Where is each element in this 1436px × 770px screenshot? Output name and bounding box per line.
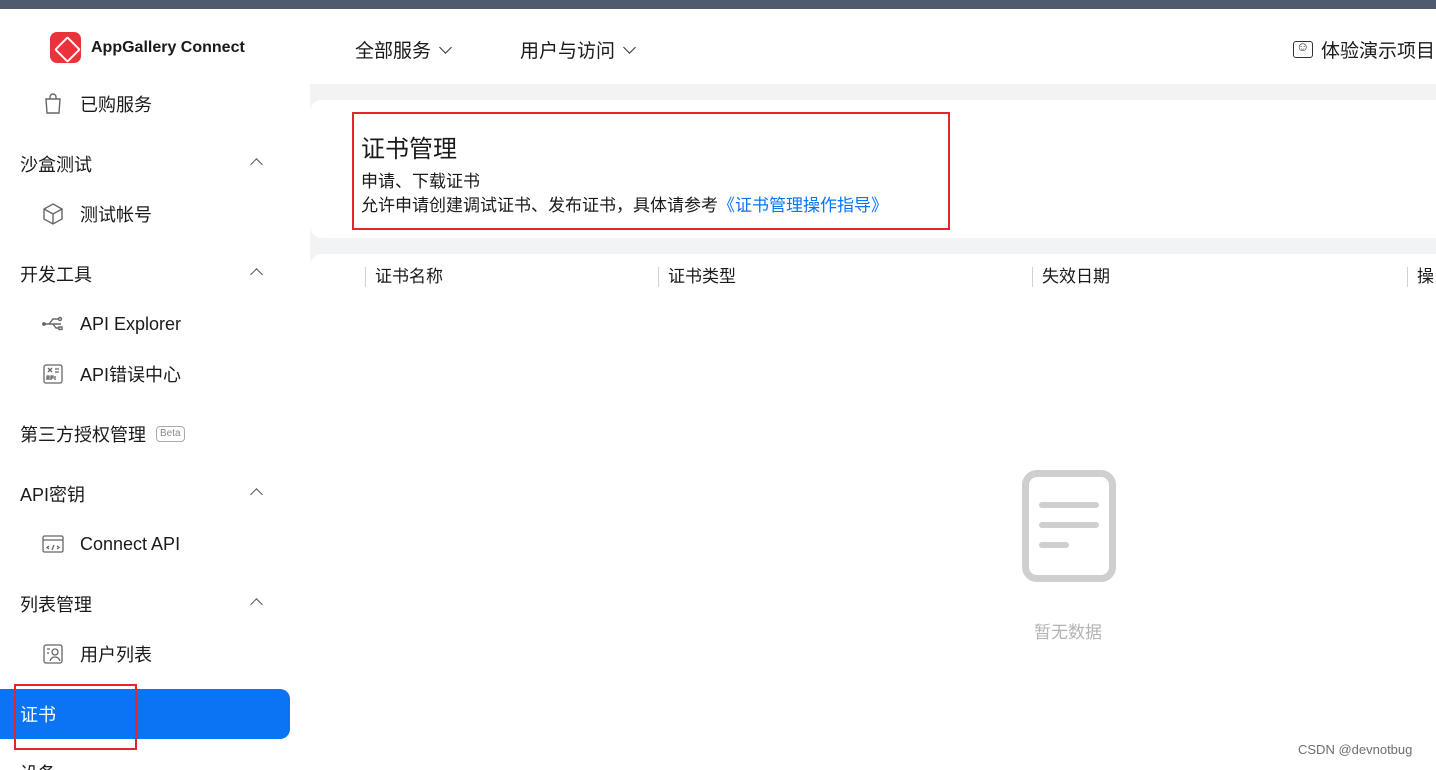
user-list-icon [40,642,66,666]
sidebar-group-label: 沙盒测试 [20,155,92,175]
sidebar-item-label: 用户列表 [80,645,152,665]
chevron-up-icon [250,488,263,501]
chevron-up-icon [250,598,263,611]
sidebar-item-label: 第三方授权管理 [20,425,146,445]
watermark: CSDN @devnotbug [1298,742,1413,757]
nav-users-access-label: 用户与访问 [520,41,616,62]
page-header-card: 证书管理 申请、下载证书 允许申请创建调试证书、发布证书，具体请参考《证书管理操… [310,100,1436,238]
column-header-cert-type: 证书类型 [658,267,736,287]
sidebar-item-label: 已购服务 [80,95,152,115]
sidebar-group-list-mgmt[interactable]: 列表管理 [0,579,300,629]
certificate-table: 证书名称 证书类型 失效日期 操 暂无数据 CSDN @devnotbug [310,254,1436,770]
sidebar-item-connect-api[interactable]: Connect API [0,519,300,569]
column-header-expiry-date: 失效日期 [1032,267,1110,287]
sidebar-group-label: API密钥 [20,485,86,505]
guide-link[interactable]: 《证书管理操作指导》 [718,196,888,215]
demo-project-label: 体验演示项目 [1321,41,1436,62]
appgallery-logo-icon [50,32,81,63]
beta-badge: Beta [156,426,185,442]
app-name: AppGallery Connect [91,38,245,56]
page-description-text: 允许申请创建调试证书、发布证书，具体请参考 [361,196,718,215]
sidebar-group-label: 列表管理 [20,595,92,615]
page-description: 允许申请创建调试证书、发布证书，具体请参考《证书管理操作指导》 [361,191,888,216]
chevron-down-icon [623,40,636,54]
sidebar-item-api-explorer[interactable]: API Explorer [0,299,300,349]
sidebar-item-partial[interactable]: 设备 [20,760,56,770]
sidebar-item-purchased[interactable]: 已购服务 [0,79,300,129]
empty-state-text: 暂无数据 [1034,623,1102,642]
shopping-bag-icon [40,92,66,116]
code-window-icon [40,532,66,556]
sidebar: 已购服务 沙盒测试 测试帐号 开发工具 API Explorer API错误中心… [0,84,310,770]
empty-document-icon [1022,470,1116,582]
sidebar-item-third-party-auth[interactable]: 第三方授权管理 Beta [0,409,300,459]
sidebar-item-label: Connect API [80,533,181,554]
api-error-icon [40,362,66,386]
sidebar-group-sandbox[interactable]: 沙盒测试 [0,139,300,189]
sidebar-group-label: 开发工具 [20,265,92,285]
top-header: AppGallery Connect 全部服务 用户与访问 体验演示项目 [0,9,1436,84]
nav-all-services-label: 全部服务 [355,41,432,62]
app-logo[interactable]: AppGallery Connect [50,32,245,63]
nav-users-access[interactable]: 用户与访问 [520,36,636,63]
chevron-down-icon [439,40,452,54]
chevron-up-icon [250,268,263,281]
sidebar-item-label: 证书 [20,705,56,725]
demo-project-button[interactable]: 体验演示项目 [1293,36,1435,63]
sidebar-group-api-key[interactable]: API密钥 [0,469,300,519]
sidebar-item-label: API错误中心 [80,365,182,385]
sidebar-item-api-error-center[interactable]: API错误中心 [0,349,300,399]
sidebar-item-label: 测试帐号 [80,205,152,225]
usb-icon [40,312,66,336]
top-strip [0,0,1436,9]
sidebar-item-user-list[interactable]: 用户列表 [0,629,300,679]
nav-all-services[interactable]: 全部服务 [355,36,452,63]
sidebar-item-test-account[interactable]: 测试帐号 [0,189,300,239]
column-header-cert-name: 证书名称 [365,267,443,287]
sidebar-group-devtools[interactable]: 开发工具 [0,249,300,299]
column-header-actions: 操 [1407,267,1434,287]
page-subtitle: 申请、下载证书 [361,172,480,191]
cube-icon [40,202,66,226]
page-title: 证书管理 [361,136,457,163]
sidebar-item-certificate[interactable]: 证书 [0,689,290,739]
demo-icon [1293,39,1313,58]
chevron-up-icon [250,158,263,171]
sidebar-item-label: API Explorer [80,313,182,334]
